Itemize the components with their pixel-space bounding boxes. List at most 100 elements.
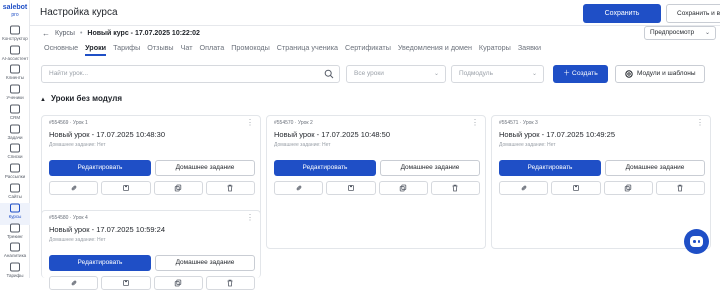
sidebar-item-clients[interactable]: Клиенты bbox=[0, 64, 30, 86]
chat-bot-button[interactable] bbox=[684, 229, 709, 254]
copy-button[interactable] bbox=[153, 276, 203, 290]
tab-item[interactable]: Чат bbox=[181, 42, 193, 56]
back-arrow-icon[interactable]: ← bbox=[42, 29, 50, 38]
save-button[interactable] bbox=[326, 181, 376, 195]
delete-button[interactable] bbox=[655, 181, 705, 195]
lists-icon bbox=[10, 143, 20, 153]
lesson-title: Новый урок - 17.07.2025 10:48:50 bbox=[274, 130, 391, 139]
sidebar-item-label: Клиенты bbox=[5, 75, 25, 80]
tab-item[interactable]: Оплата bbox=[200, 42, 225, 56]
tab-item[interactable]: Промокоды bbox=[231, 42, 270, 56]
lesson-meta: #554571 · Урок 3 bbox=[499, 120, 538, 126]
bot-face-icon bbox=[690, 236, 703, 247]
copy-button[interactable] bbox=[603, 181, 653, 195]
link-button[interactable] bbox=[274, 181, 324, 195]
copy-icon bbox=[174, 279, 182, 287]
lesson-actions bbox=[274, 181, 480, 195]
tab-item[interactable]: Основные bbox=[44, 42, 78, 56]
link-icon bbox=[296, 185, 301, 191]
salebot-logo[interactable]: salebot pro bbox=[2, 4, 28, 18]
tab-item[interactable]: Сертификаты bbox=[345, 42, 391, 56]
homework-button[interactable]: Домашнее задание bbox=[605, 160, 705, 176]
module-filter-select[interactable]: Подмодуль ⌄ bbox=[451, 65, 544, 83]
edit-lesson-button[interactable]: Редактировать bbox=[49, 160, 151, 176]
more-options-icon[interactable]: ⋮ bbox=[696, 118, 704, 127]
breadcrumb-courses-link[interactable]: Курсы bbox=[55, 30, 75, 37]
link-icon bbox=[71, 185, 76, 191]
search-icon bbox=[324, 69, 334, 79]
top-header: Настройка курса Сохранить Сохранить и вы… bbox=[30, 0, 720, 26]
section-header[interactable]: ▲ Уроки без модуля bbox=[40, 94, 122, 103]
delete-button[interactable] bbox=[205, 276, 255, 290]
lesson-actions bbox=[499, 181, 705, 195]
link-button[interactable] bbox=[49, 276, 99, 290]
create-lesson-button[interactable]: ＋ Создать bbox=[553, 65, 608, 83]
delete-icon bbox=[452, 184, 458, 192]
more-options-icon[interactable]: ⋮ bbox=[246, 213, 254, 222]
lesson-id: #554580 bbox=[49, 215, 69, 221]
lesson-title: Новый урок - 17.07.2025 10:48:30 bbox=[49, 130, 166, 139]
sidebar-item-label: Сайты bbox=[8, 194, 22, 199]
tab-item[interactable]: Кураторы bbox=[479, 42, 511, 56]
bot-eye bbox=[693, 240, 696, 243]
sidebar-item-courses[interactable]: Курсы bbox=[0, 203, 30, 225]
homework-button[interactable]: Домашнее задание bbox=[380, 160, 480, 176]
tab-item[interactable]: Страница ученика bbox=[277, 42, 338, 56]
edit-lesson-button[interactable]: Редактировать bbox=[499, 160, 601, 176]
tab-item[interactable]: Заявки bbox=[518, 42, 541, 56]
modules-templates-button[interactable]: Модули и шаблоны bbox=[615, 65, 705, 83]
delete-icon bbox=[227, 279, 233, 287]
save-button[interactable] bbox=[551, 181, 601, 195]
course-tabs: Основные Уроки Тарифы Отзывы Чат Оплата Промок… bbox=[44, 42, 548, 56]
save-and-exit-button[interactable]: Сохранить и выйти bbox=[666, 4, 720, 23]
logo-subtext: pro bbox=[11, 12, 19, 18]
link-button[interactable] bbox=[49, 181, 99, 195]
courses-icon bbox=[10, 203, 20, 213]
clients-icon bbox=[10, 64, 20, 74]
gear-icon bbox=[625, 70, 633, 78]
lesson-title: Новый урок - 17.07.2025 10:59:24 bbox=[49, 225, 166, 234]
copy-button[interactable] bbox=[378, 181, 428, 195]
link-button[interactable] bbox=[499, 181, 549, 195]
edit-lesson-button[interactable]: Редактировать bbox=[274, 160, 376, 176]
lesson-card: #554580 · Урок 4 ⋮ Новый урок - 17.07.2025… bbox=[41, 210, 261, 290]
tab-item[interactable]: Уроки bbox=[85, 42, 107, 56]
sidebar-item-analytics[interactable]: Аналитика bbox=[0, 242, 30, 264]
sidebar-item-sites[interactable]: Сайты bbox=[0, 183, 30, 205]
tasks-icon bbox=[10, 124, 20, 134]
edit-lesson-button[interactable]: Редактировать bbox=[49, 255, 151, 271]
crm-icon bbox=[10, 104, 20, 114]
save-button[interactable] bbox=[101, 181, 151, 195]
save-icon bbox=[347, 185, 354, 191]
sidebar-item-students[interactable]: Ученики bbox=[0, 84, 30, 106]
collapse-triangle-icon[interactable]: ▲ bbox=[40, 97, 46, 103]
sidebar-item-label: Задачи bbox=[7, 135, 23, 140]
homework-button[interactable]: Домашнее задание bbox=[155, 255, 255, 271]
save-button[interactable] bbox=[101, 276, 151, 290]
sidebar-item-label: AI-ассистент bbox=[1, 56, 29, 61]
lesson-search-input[interactable]: Найти урок... bbox=[41, 65, 340, 83]
delete-button[interactable] bbox=[205, 181, 255, 195]
tab-item[interactable]: Отзывы bbox=[147, 42, 173, 56]
preview-dropdown[interactable]: Предпросмотр ⌄ bbox=[644, 26, 716, 40]
copy-button[interactable] bbox=[153, 181, 203, 195]
tab-item[interactable]: Уведомления и домен bbox=[398, 42, 472, 56]
lesson-id: #554571 bbox=[499, 120, 519, 126]
sidebar-item-constructor[interactable]: Конструктор bbox=[0, 25, 30, 47]
homework-button[interactable]: Домашнее задание bbox=[155, 160, 255, 176]
save-button[interactable]: Сохранить bbox=[583, 4, 661, 23]
chevron-down-icon: ⌄ bbox=[704, 30, 710, 36]
tab-item[interactable]: Тарифы bbox=[113, 42, 140, 56]
lesson-meta: #554569 · Урок 1 bbox=[49, 120, 88, 126]
more-options-icon[interactable]: ⋮ bbox=[471, 118, 479, 127]
sidebar-item-tariffs[interactable]: Тарифы bbox=[0, 262, 30, 284]
lesson-id: #554570 bbox=[274, 120, 294, 126]
sidebar-item-crm[interactable]: CRM bbox=[0, 104, 30, 126]
delete-button[interactable] bbox=[430, 181, 480, 195]
sidebar-item-lists[interactable]: Списки bbox=[0, 143, 30, 165]
more-options-icon[interactable]: ⋮ bbox=[246, 118, 254, 127]
lessons-filter-select[interactable]: Все уроки ⌄ bbox=[346, 65, 446, 83]
sidebar-item-mailing[interactable]: Рассылки bbox=[0, 163, 30, 185]
breadcrumb-course-title: Новый курс - 17.07.2025 10:22:02 bbox=[87, 29, 200, 37]
analytics-icon bbox=[10, 242, 20, 252]
